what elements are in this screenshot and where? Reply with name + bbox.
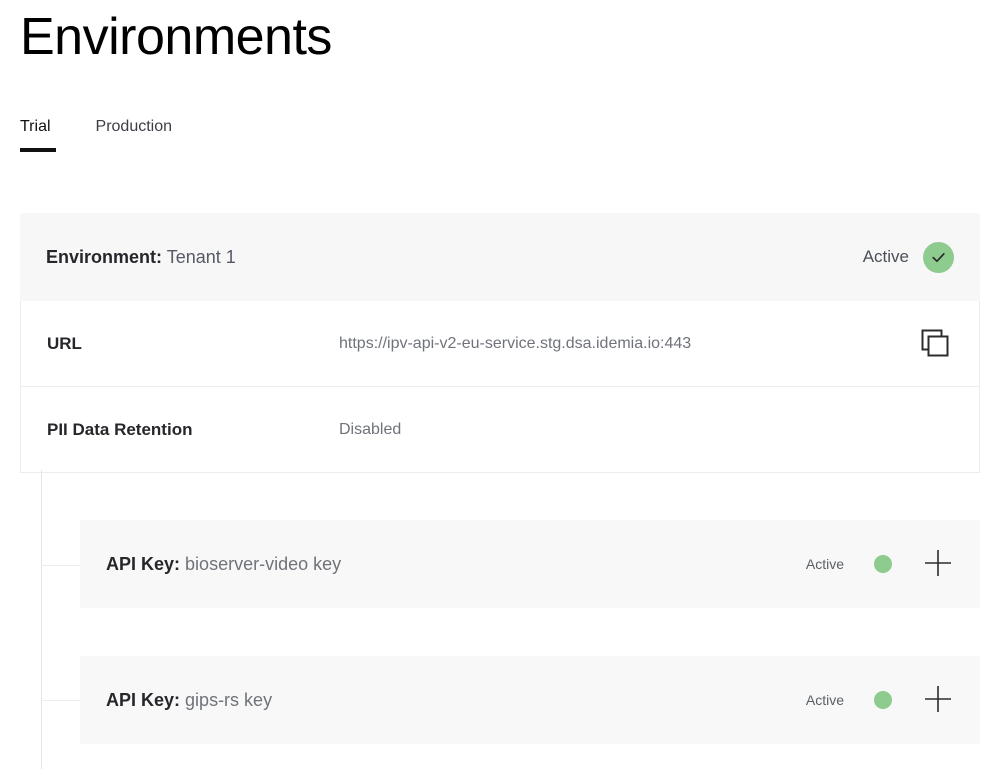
api-key-status-label: Active xyxy=(805,692,844,708)
environment-status-label: Active xyxy=(862,247,909,266)
page-title: Environments xyxy=(20,8,332,66)
url-label: URL xyxy=(47,333,82,353)
environment-tabs: Trial Production xyxy=(20,118,173,152)
expand-api-key-button[interactable] xyxy=(922,548,954,580)
tab-production[interactable]: Production xyxy=(96,118,173,142)
environment-card: Environment: Tenant 1 Active URL https:/… xyxy=(20,213,980,473)
environment-label: Environment: xyxy=(46,246,163,267)
environment-name: Tenant 1 xyxy=(166,246,236,267)
plus-icon xyxy=(923,548,953,581)
environment-title: Environment: Tenant 1 xyxy=(46,247,236,268)
api-key-name: bioserver-video key xyxy=(185,553,342,574)
tab-trial-label: Trial xyxy=(20,118,51,135)
environment-row-pii: PII Data Retention Disabled xyxy=(20,387,980,473)
api-key-controls: Active xyxy=(806,684,954,716)
api-key-name: gips-rs key xyxy=(185,689,273,710)
environment-card-header[interactable]: Environment: Tenant 1 Active xyxy=(20,213,980,301)
api-key-controls: Active xyxy=(806,548,954,580)
tree-trunk-line xyxy=(41,470,42,769)
pii-data-retention-value: Disabled xyxy=(339,420,402,438)
tab-production-label: Production xyxy=(95,118,173,135)
api-key-row[interactable]: API Key: bioserver-video key Active xyxy=(80,520,980,608)
copy-url-button[interactable] xyxy=(915,325,953,363)
environment-row-url: URL https://ipv-api-v2-eu-service.stg.ds… xyxy=(20,301,980,387)
api-key-label: API Key: xyxy=(106,553,181,574)
api-key-title: API Key: gips-rs key xyxy=(106,690,272,711)
green-dot-icon xyxy=(874,691,892,709)
environment-status: Active xyxy=(862,241,954,273)
check-circle-icon xyxy=(923,241,954,273)
api-key-status-label: Active xyxy=(805,556,844,572)
expand-api-key-button[interactable] xyxy=(922,684,954,716)
api-key-title: API Key: bioserver-video key xyxy=(106,554,341,575)
api-key-row[interactable]: API Key: gips-rs key Active xyxy=(80,656,980,744)
plus-icon xyxy=(923,684,953,717)
pii-data-retention-label: PII Data Retention xyxy=(47,419,193,439)
api-key-label: API Key: xyxy=(106,689,181,710)
green-dot-icon xyxy=(874,555,892,573)
tab-active-underline xyxy=(20,148,56,152)
tab-trial[interactable]: Trial xyxy=(20,118,56,152)
url-value: https://ipv-api-v2-eu-service.stg.dsa.id… xyxy=(339,334,692,352)
copy-icon xyxy=(917,325,951,362)
api-key-tree: API Key: bioserver-video key Active API … xyxy=(20,470,980,769)
